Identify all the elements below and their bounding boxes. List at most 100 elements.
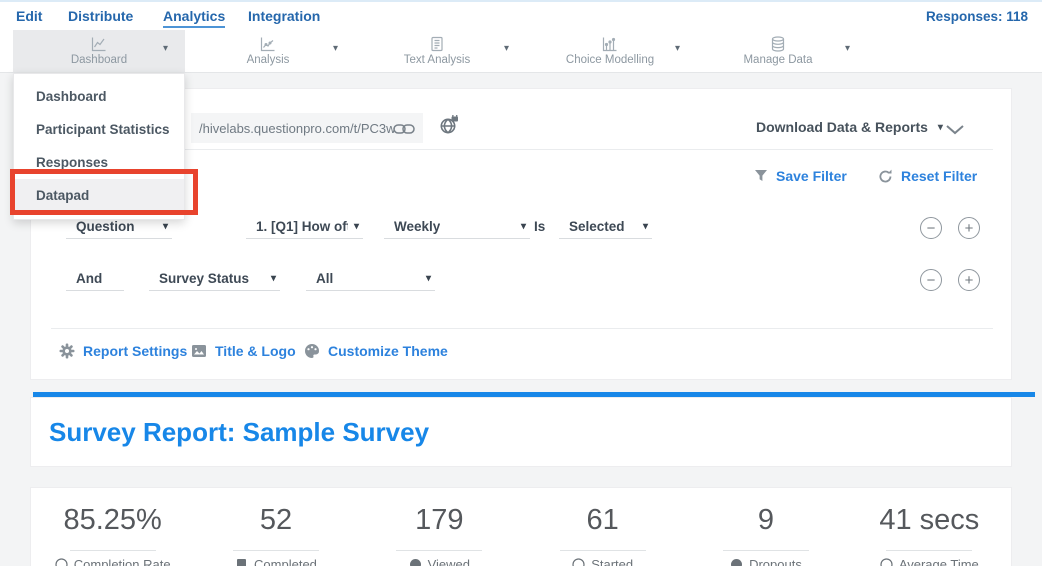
filter-answer-value: Weekly: [394, 219, 440, 234]
divider: [51, 328, 993, 329]
page-title: Survey Report: Sample Survey: [31, 398, 1011, 466]
survey-status-field: Survey Status: [159, 271, 249, 286]
nav-edit[interactable]: Edit: [16, 8, 42, 24]
filter-question-select[interactable]: 1. [Q1] How often d... ▾: [246, 215, 363, 239]
filter-question-value: 1. [Q1] How often d...: [256, 219, 348, 234]
divider: [560, 550, 646, 551]
stat-value: 9: [684, 504, 847, 537]
clock-icon: [880, 558, 893, 566]
customize-theme-label: Customize Theme: [328, 343, 448, 359]
download-data-reports-label: Download Data & Reports: [756, 119, 928, 135]
chevron-down-icon[interactable]: [946, 122, 964, 140]
dropouts-icon: [730, 558, 743, 566]
divider: [396, 550, 482, 551]
completed-icon: [235, 558, 248, 566]
caret-down-icon[interactable]: ▾: [845, 43, 850, 54]
save-filter-button[interactable]: Save Filter: [754, 168, 847, 184]
filter-condition-value: Selected: [569, 219, 625, 234]
tab-text-analysis[interactable]: Text Analysis: [357, 30, 517, 72]
line-chart-icon: [91, 36, 107, 52]
completion-rate-icon: [55, 558, 68, 566]
responses-count[interactable]: Responses: 118: [926, 9, 1028, 24]
nav-analytics[interactable]: Analytics: [163, 8, 225, 28]
report-settings-label: Report Settings: [83, 343, 187, 359]
stat-value: 41 secs: [848, 504, 1011, 537]
stat-average-time: 41 secs Average Time: [848, 488, 1011, 566]
divider: [723, 550, 809, 551]
stat-value: 179: [358, 504, 521, 537]
caret-down-icon[interactable]: ▾: [504, 43, 509, 54]
add-filter-button[interactable]: +: [958, 217, 980, 239]
filter-answer-select[interactable]: Weekly ▾: [384, 215, 530, 239]
stat-viewed: 179 Viewed: [358, 488, 521, 566]
globe-lock-icon[interactable]: [439, 115, 459, 140]
save-filter-label: Save Filter: [776, 168, 847, 184]
survey-url-input[interactable]: [191, 113, 423, 143]
caret-down-icon: ▾: [163, 221, 168, 232]
tab-choice-modelling-label: Choice Modelling: [566, 54, 654, 66]
tab-analysis[interactable]: Analysis: [188, 30, 348, 72]
stat-dropouts: 9 Dropouts: [684, 488, 847, 566]
stat-value: 52: [194, 504, 357, 537]
survey-status-value: All: [316, 271, 333, 286]
stat-value: 61: [521, 504, 684, 537]
nav-integration[interactable]: Integration: [248, 8, 320, 24]
tab-analysis-label: Analysis: [247, 54, 290, 66]
caret-down-icon[interactable]: ▾: [163, 43, 168, 54]
dashboard-dropdown-menu: Dashboard Participant Statistics Respons…: [13, 73, 185, 220]
stat-value: 85.25%: [31, 504, 194, 537]
conjunction-value: And: [76, 271, 102, 286]
stat-started: 61 Started: [521, 488, 684, 566]
menu-item-responses[interactable]: Responses: [14, 146, 184, 179]
questionpro-analytics-screen: Edit Distribute Analytics Integration Re…: [0, 0, 1042, 566]
bar-dot-chart-icon: [602, 36, 618, 52]
filter-field-value: Question: [76, 219, 135, 234]
report-title-card: Survey Report: Sample Survey: [30, 397, 1012, 467]
started-icon: [572, 558, 585, 566]
remove-filter-button[interactable]: −: [920, 269, 942, 291]
title-logo-button[interactable]: Title & Logo: [191, 343, 296, 359]
database-icon: [770, 36, 786, 52]
stat-label: Average Time: [899, 557, 979, 566]
stat-completion-rate: 85.25% Completion Rate: [31, 488, 194, 566]
caret-down-icon[interactable]: ▾: [333, 43, 338, 54]
caret-down-icon: ▾: [271, 273, 276, 284]
menu-item-datapad[interactable]: Datapad: [14, 179, 184, 212]
stat-label: Started: [591, 557, 633, 566]
menu-item-dashboard[interactable]: Dashboard: [14, 80, 184, 113]
nav-distribute[interactable]: Distribute: [68, 8, 133, 24]
line-chart-icon: [260, 36, 276, 52]
tab-choice-modelling[interactable]: Choice Modelling: [530, 30, 690, 72]
caret-down-icon: ▾: [426, 273, 431, 284]
download-data-reports-button[interactable]: Download Data & Reports ▾: [756, 119, 943, 135]
stat-label: Completion Rate: [74, 557, 171, 566]
divider: [70, 550, 156, 551]
menu-item-participant-statistics[interactable]: Participant Statistics: [14, 113, 184, 146]
tab-manage-data[interactable]: Manage Data: [698, 30, 858, 72]
stats-card: 85.25% Completion Rate 52 Completed 179 …: [30, 487, 1012, 566]
top-nav: Edit Distribute Analytics Integration Re…: [0, 0, 1042, 30]
survey-status-value-select[interactable]: All ▾: [306, 267, 435, 291]
viewed-icon: [409, 558, 422, 566]
gear-icon: [59, 343, 75, 359]
divider: [233, 550, 319, 551]
title-logo-label: Title & Logo: [215, 343, 296, 359]
survey-status-select[interactable]: Survey Status ▾: [149, 267, 280, 291]
reset-filter-button[interactable]: Reset Filter: [878, 168, 977, 184]
stat-label: Dropouts: [749, 557, 802, 566]
caret-down-icon: ▾: [643, 221, 648, 232]
tab-dashboard-label: Dashboard: [71, 54, 127, 66]
report-settings-button[interactable]: Report Settings: [59, 343, 187, 359]
tab-text-analysis-label: Text Analysis: [404, 54, 470, 66]
copy-link-icon[interactable]: [393, 122, 415, 140]
remove-filter-button[interactable]: −: [920, 217, 942, 239]
tab-manage-data-label: Manage Data: [743, 54, 812, 66]
tab-dashboard[interactable]: Dashboard: [13, 30, 185, 72]
add-filter-button[interactable]: +: [958, 269, 980, 291]
filter-condition-select[interactable]: Selected ▾: [559, 215, 652, 239]
customize-theme-button[interactable]: Customize Theme: [304, 343, 448, 359]
caret-down-icon[interactable]: ▾: [675, 43, 680, 54]
stat-label: Completed: [254, 557, 317, 566]
conjunction-select[interactable]: And: [66, 267, 124, 291]
palette-icon: [304, 343, 320, 359]
